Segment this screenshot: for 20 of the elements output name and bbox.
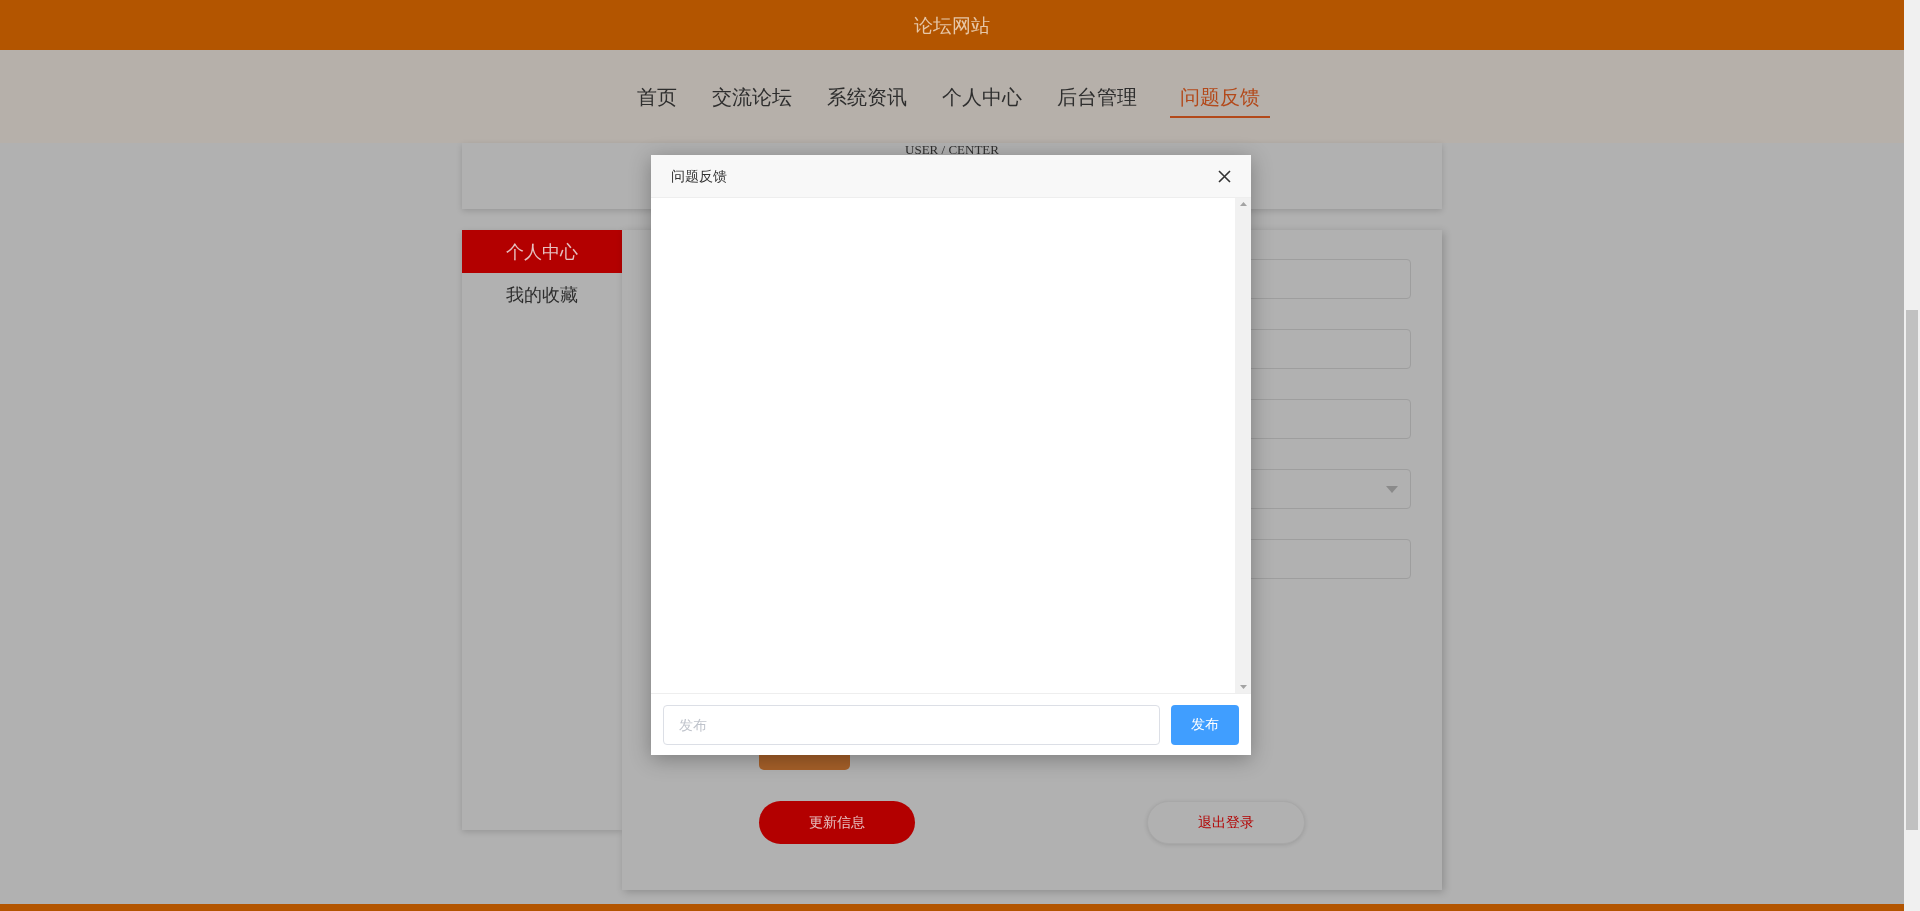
scrollbar-thumb[interactable] <box>1906 310 1918 830</box>
feedback-input[interactable]: 发布 <box>663 704 1160 745</box>
sidebar-item[interactable]: 个人中心 <box>462 230 622 273</box>
nav-link[interactable]: 后台管理 <box>1054 75 1139 118</box>
logout-button[interactable]: 退出登录 <box>1147 801 1305 844</box>
nav-link[interactable]: 个人中心 <box>939 75 1024 118</box>
update-button[interactable]: 更新信息 <box>759 801 915 844</box>
nav-link[interactable]: 交流论坛 <box>709 75 794 118</box>
close-icon[interactable] <box>1218 169 1231 183</box>
dialog-title: 问题反馈 <box>671 166 727 186</box>
sidebar-item[interactable]: 我的收藏 <box>462 273 622 316</box>
banner-title: USER / CENTER <box>905 143 999 159</box>
site-title: 论坛网站 <box>914 12 990 38</box>
nav-link[interactable]: 系统资讯 <box>824 75 909 118</box>
nav-link[interactable]: 首页 <box>634 75 679 118</box>
scroll-up-icon[interactable] <box>1239 202 1247 206</box>
scroll-down-icon[interactable] <box>1239 685 1247 689</box>
caret-icon <box>1386 485 1398 493</box>
dialog-scrollbar[interactable] <box>1235 198 1251 693</box>
page-scrollbar[interactable] <box>1904 0 1920 911</box>
